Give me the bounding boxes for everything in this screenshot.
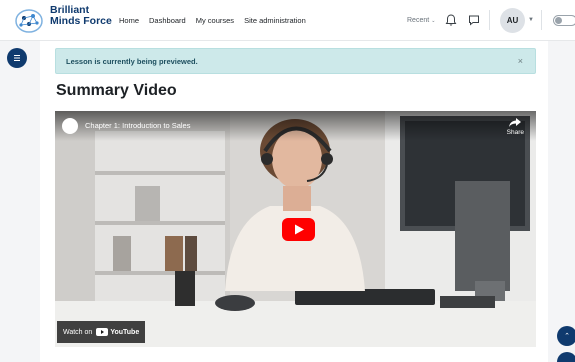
nav-site-administration[interactable]: Site administration (244, 16, 306, 25)
video-player[interactable]: Chapter 1: Introduction to Sales Share W… (55, 111, 536, 347)
preview-alert: Lesson is currently being previewed. × (55, 48, 536, 74)
share-button[interactable]: Share (507, 118, 524, 136)
recent-dropdown[interactable]: Recent ⌄ (407, 17, 435, 24)
nav-dashboard[interactable]: Dashboard (149, 16, 186, 25)
user-menu-chevron-down-icon[interactable]: ▼ (528, 17, 534, 23)
top-navbar: Brilliant Minds Force Home Dashboard My … (0, 0, 575, 41)
watch-on-youtube-button[interactable]: Watch on YouTube (57, 321, 146, 343)
open-course-index-button[interactable] (7, 48, 27, 68)
chat-icon[interactable] (467, 13, 481, 27)
alert-close-button[interactable]: × (518, 56, 523, 66)
bell-icon[interactable] (444, 13, 458, 27)
edit-mode-toggle[interactable] (553, 15, 575, 26)
youtube-icon (96, 328, 109, 336)
help-button[interactable] (557, 352, 575, 362)
play-icon[interactable] (282, 218, 315, 241)
brand-logo-icon[interactable] (12, 6, 46, 36)
primary-navigation: Home Dashboard My courses Site administr… (119, 0, 306, 41)
left-drawer-strip (0, 41, 40, 362)
chevron-down-icon: ⌄ (431, 17, 436, 24)
youtube-logo: YouTube (96, 328, 139, 336)
user-avatar[interactable]: AU (500, 8, 525, 33)
navbar-divider (489, 10, 490, 30)
navbar-divider (541, 10, 542, 30)
brand-line-2: Minds Force (50, 15, 112, 27)
nav-my-courses[interactable]: My courses (196, 16, 234, 25)
watch-on-label: Watch on (63, 328, 93, 336)
channel-avatar-icon[interactable] (62, 118, 78, 134)
share-label: Share (506, 129, 524, 136)
nav-home[interactable]: Home (119, 16, 139, 25)
video-title[interactable]: Chapter 1: Introduction to Sales (85, 121, 190, 130)
scroll-top-button[interactable]: ⌃ (557, 326, 575, 346)
recent-label: Recent (407, 17, 430, 24)
page-title: Summary Video (56, 82, 177, 99)
youtube-wordmark: YouTube (110, 328, 140, 336)
chevron-up-icon: ⌃ (564, 333, 570, 340)
alert-message: Lesson is currently being previewed. (66, 56, 198, 66)
menu-icon (14, 55, 20, 61)
brand-name[interactable]: Brilliant Minds Force (50, 5, 112, 27)
right-drawer-strip (548, 41, 575, 362)
share-icon (509, 118, 522, 127)
